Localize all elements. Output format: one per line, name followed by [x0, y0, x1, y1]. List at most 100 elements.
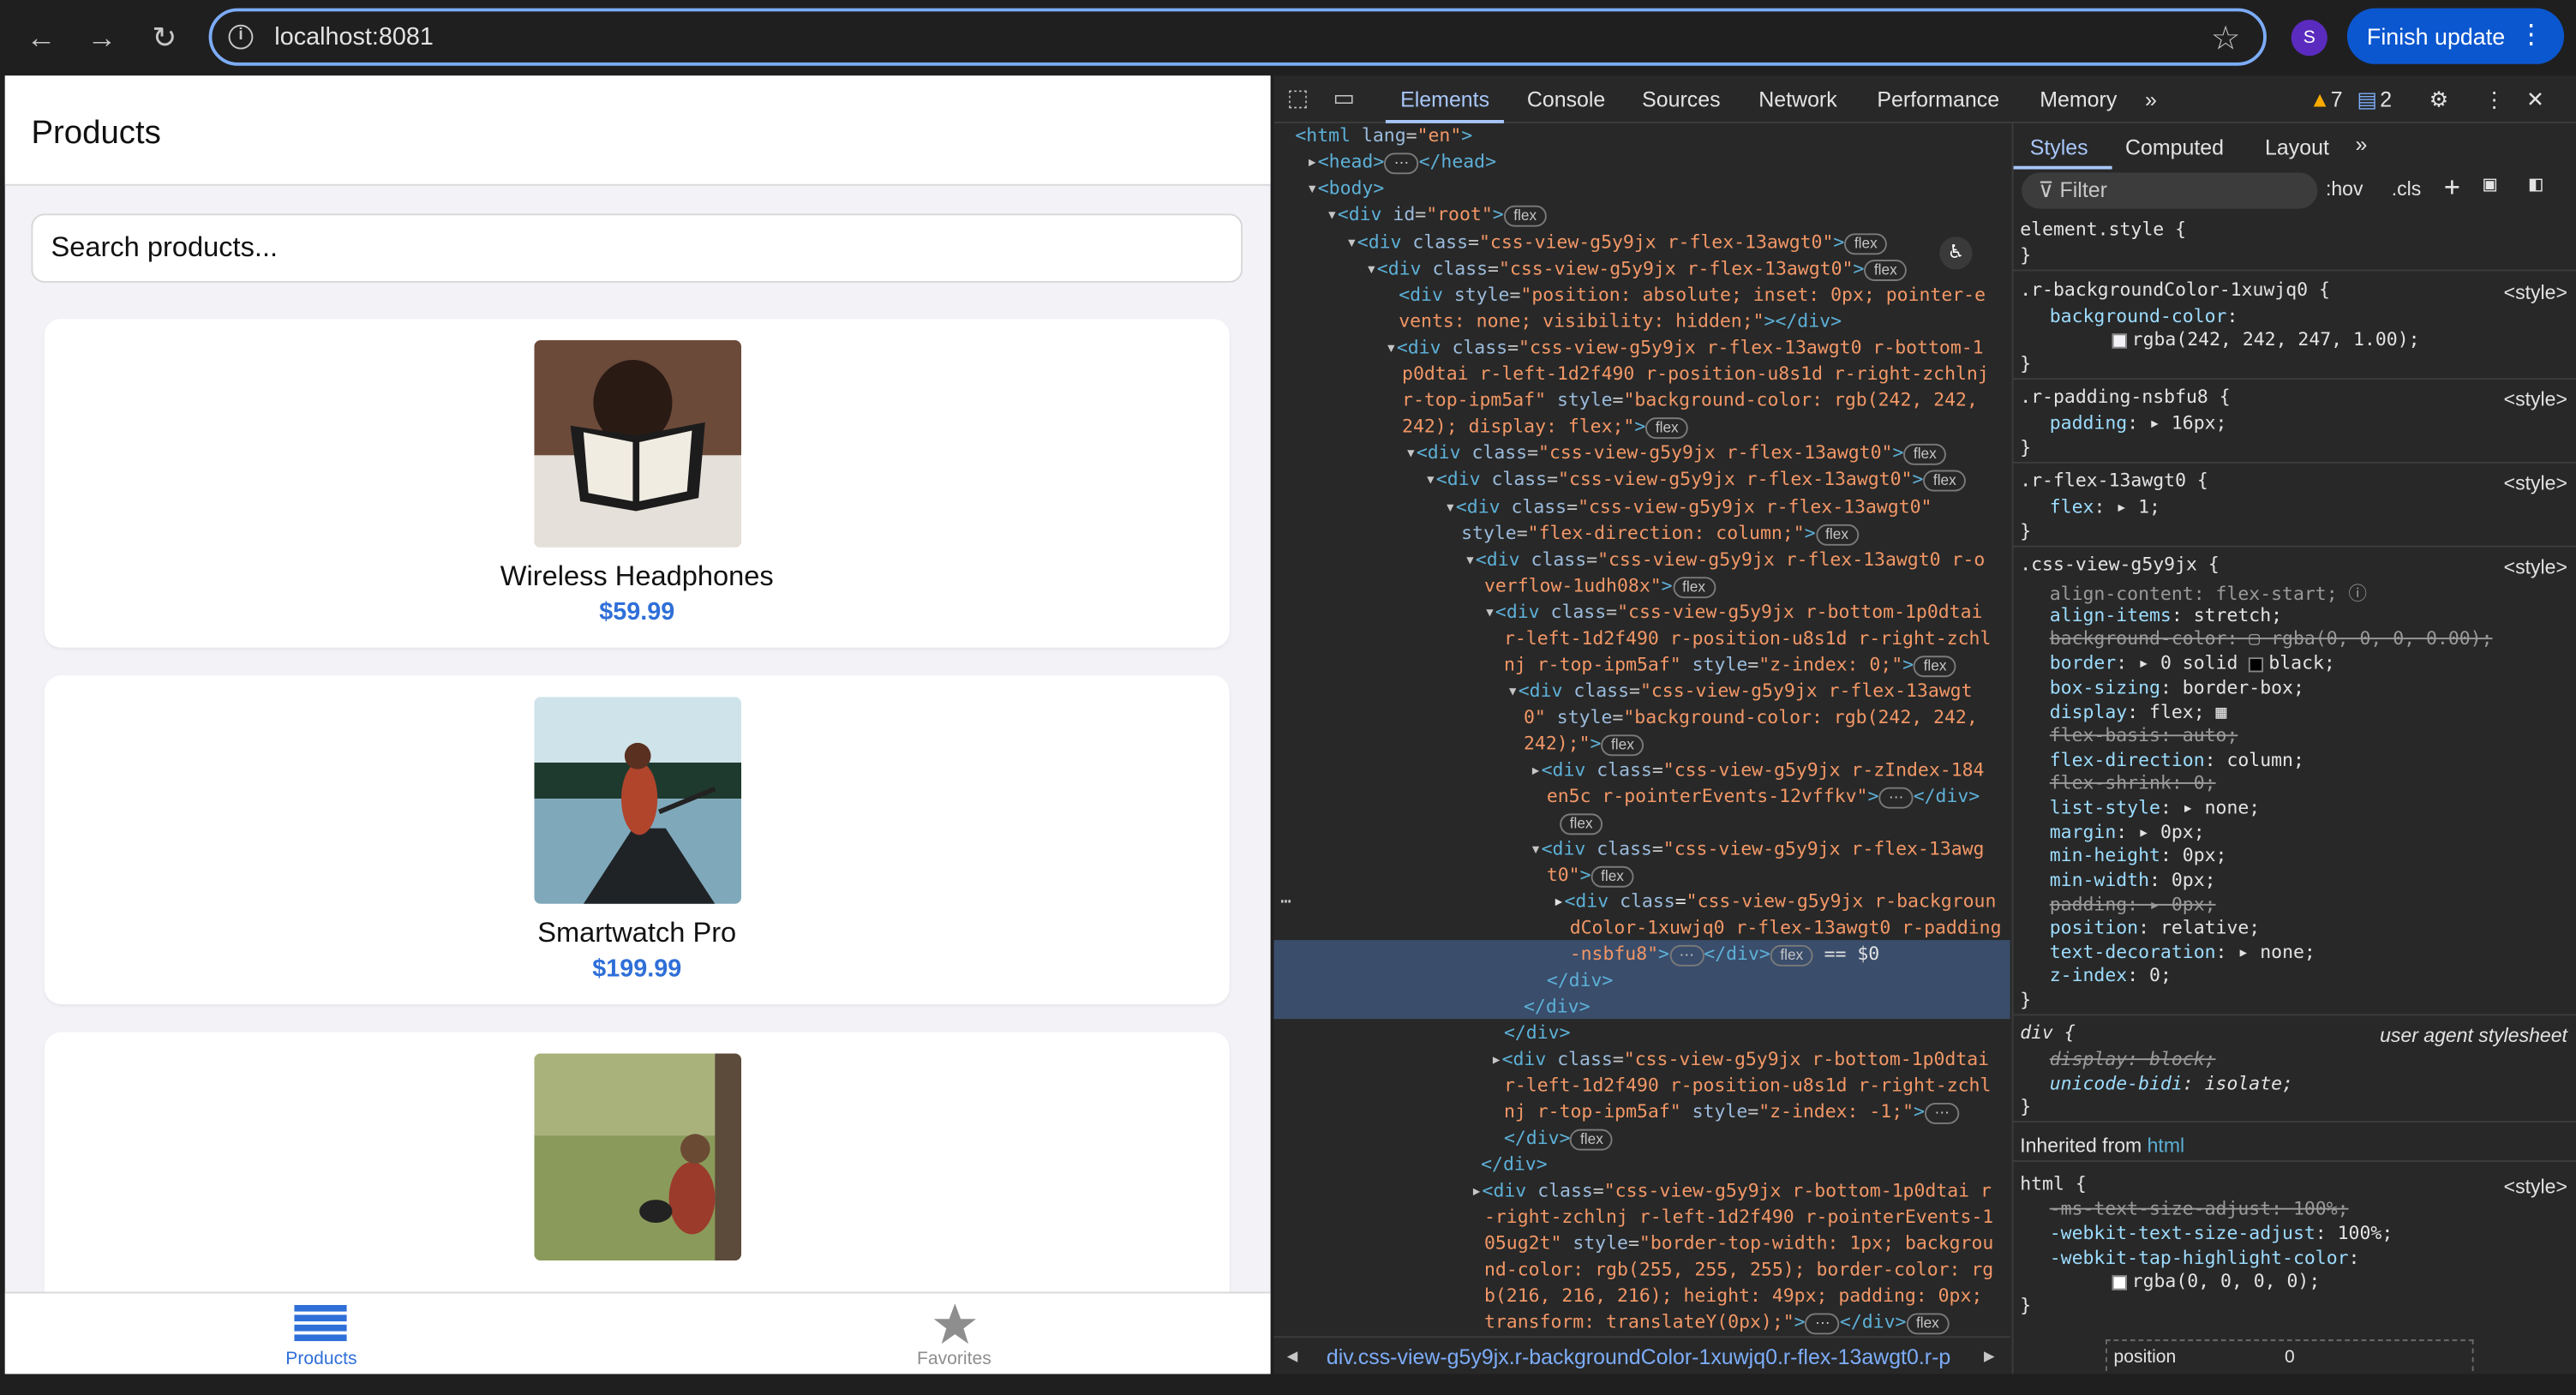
style-prop[interactable]: flex-shrink: 0; — [2050, 772, 2216, 793]
message-count[interactable]: 2 — [2380, 87, 2392, 112]
dom-line[interactable]: r-left-1d2f490 r-position-u8s1d r-right-… — [1504, 626, 1991, 653]
dom-line[interactable]: style="flex-direction: column;"> flex — [1461, 521, 1859, 548]
dom-ellipsis[interactable]: ⋯ — [1280, 889, 1291, 916]
tab-performance[interactable]: Performance — [1877, 87, 1999, 112]
more-tabs-icon[interactable]: » — [2355, 131, 2367, 156]
tab-elements[interactable]: Elements — [1400, 87, 1489, 112]
product-card[interactable]: Wireless Headphones $59.99 — [44, 319, 1230, 648]
dom-line[interactable]: 242); display: flex;"> flex — [1402, 414, 1689, 440]
device-toolbar-icon[interactable]: ▭ — [1333, 84, 1354, 112]
dom-line[interactable]: ▾<div class="css-view-g5y9jx r-flex-13aw… — [1386, 335, 1984, 362]
style-prop[interactable]: flex-direction: column; — [2050, 750, 2304, 771]
inspect-element-icon[interactable]: ⬚ — [1287, 84, 1309, 112]
tab-products[interactable]: Products — [5, 1293, 638, 1374]
dom-line[interactable]: ▾<div class="css-view-g5y9jx r-bottom-1p… — [1484, 600, 1982, 626]
style-prop[interactable]: box-sizing: border-box; — [2050, 677, 2304, 698]
dom-line[interactable]: p0dtai r-left-1d2f490 r-position-u8s1d r… — [1402, 362, 1989, 388]
dom-line[interactable]: </div> — [1524, 994, 1591, 1021]
dom-line[interactable]: 242);"> flex — [1524, 732, 1644, 758]
dom-line[interactable]: t0"> flex — [1547, 863, 1634, 889]
style-prop[interactable]: display: flex; ▦ — [2050, 702, 2227, 723]
style-prop[interactable]: min-width: 0px; — [2050, 870, 2216, 891]
dom-line[interactable]: ▾<div class="css-view-g5y9jx r-flex-13aw… — [1445, 494, 1932, 521]
close-icon[interactable]: ✕ — [2526, 87, 2544, 114]
dom-line[interactable]: ▸<div class="css-view-g5y9jx r-bottom-1p… — [1471, 1178, 1992, 1205]
dom-line[interactable]: ▾<div class="css-view-g5y9jx r-flex-13aw… — [1425, 467, 1967, 494]
style-rule[interactable]: .css-view-g5y9jx { — [2020, 554, 2220, 575]
warning-count[interactable]: 7 — [2331, 87, 2343, 112]
scroll-right-icon[interactable]: ▸ — [1984, 1343, 1995, 1369]
address-bar[interactable]: i localhost:8081 ☆ — [208, 8, 2267, 66]
search-input[interactable]: Search products... — [31, 213, 1243, 283]
cls-toggle[interactable]: .cls — [2392, 177, 2422, 201]
style-prop[interactable]: background-color: — [2050, 306, 2238, 327]
dom-line[interactable]: ▾<div class="css-view-g5y9jx r-flex-13aw… — [1507, 679, 1973, 705]
dom-tree[interactable]: <html lang="en"> ▸<head> ⋯ </head> ▾<body>… — [1273, 123, 2010, 1336]
dom-line[interactable]: r-top-ipm5af" style="background-color: r… — [1402, 388, 1978, 415]
styles-filter-input[interactable]: ⊽ Filter — [2022, 172, 2318, 209]
style-source[interactable]: <style> — [2504, 555, 2567, 578]
dom-line-selected[interactable]: -nsbfu8"> ⋯ </div> flex == $0 — [1570, 942, 1879, 968]
back-icon[interactable]: ← — [21, 18, 61, 57]
dom-line[interactable]: ▾<body> — [1307, 176, 1384, 202]
style-source[interactable]: <style> — [2504, 281, 2567, 304]
tab-styles[interactable]: Styles — [2030, 135, 2088, 159]
dom-line[interactable]: nd-color: rgb(255, 255, 255); border-col… — [1484, 1257, 1993, 1284]
dom-line[interactable]: </div> flex — [1504, 1126, 1614, 1153]
dom-line[interactable]: ▾<div class="css-view-g5y9jx r-flex-13aw… — [1346, 231, 1888, 257]
product-card[interactable]: Smartwatch Pro $199.99 — [44, 675, 1230, 1004]
dom-line[interactable]: 0" style="background-color: rgb(242, 242… — [1524, 705, 1978, 732]
dom-line[interactable]: nj r-top-ipm5af" style="z-index: -1;"> ⋯ — [1504, 1099, 1960, 1126]
style-prop[interactable]: unicode-bidi: isolate; — [2050, 1073, 2293, 1094]
paint-icon[interactable]: ▣ — [2483, 172, 2496, 197]
dom-line[interactable]: vents: none; visibility: hidden;"></div> — [1399, 309, 1842, 336]
dom-line[interactable]: </div> — [1504, 1021, 1571, 1047]
dom-line[interactable]: ▸<div class="css-view-g5y9jx r-zIndex-18… — [1531, 757, 1985, 784]
style-rule[interactable]: element.style { — [2020, 219, 2186, 240]
style-prop[interactable]: flex: ▸ 1; — [2050, 496, 2160, 518]
style-rule[interactable]: .r-padding-nsbfu8 { — [2020, 386, 2230, 408]
box-model[interactable]: position 0 — [2105, 1339, 2474, 1374]
dom-line[interactable]: ▾<div id="root"> flex — [1327, 202, 1547, 229]
style-rule[interactable]: .r-backgroundColor-1xuwjq0 { — [2020, 279, 2330, 301]
style-prop[interactable]: background-color: ▢ rgba(0, 0, 0, 0.00); — [2050, 628, 2493, 650]
dom-line[interactable]: flex — [1560, 811, 1603, 837]
tab-computed[interactable]: Computed — [2125, 135, 2224, 159]
style-prop[interactable]: border: ▸ 0 solid black; — [2050, 652, 2335, 674]
dom-line[interactable]: nj r-top-ipm5af" style="z-index: 0;"> fle… — [1504, 652, 1956, 679]
breadcrumb-path[interactable]: div.css-view-g5y9jx.r-backgroundColor-1x… — [1327, 1344, 1951, 1369]
style-source[interactable]: <style> — [2504, 388, 2567, 411]
style-prop[interactable]: padding: ▸ 0px; — [2050, 894, 2216, 915]
dom-line[interactable]: ▸<div class="css-view-g5y9jx r-bottom-1p… — [1491, 1047, 1989, 1074]
hov-toggle[interactable]: :hov — [2326, 177, 2363, 201]
style-source[interactable]: <style> — [2504, 471, 2567, 494]
style-rule[interactable]: .r-flex-13awgt0 { — [2020, 470, 2208, 492]
dom-line[interactable]: <html lang="en"> — [1295, 123, 1472, 150]
style-prop[interactable]: -ms-text-size-adjust: 100%; — [2050, 1198, 2349, 1219]
style-prop[interactable]: align-items: stretch; — [2050, 605, 2282, 626]
forward-icon[interactable]: → — [82, 18, 122, 57]
style-prop[interactable]: display: block; — [2050, 1049, 2216, 1070]
dom-line[interactable]: ▾<div class="css-view-g5y9jx r-flex-13aw… — [1465, 548, 1985, 574]
dom-line-selected[interactable]: ▸<div class="css-view-g5y9jx r-backgroun — [1554, 889, 1997, 916]
profile-avatar[interactable]: S — [2291, 20, 2327, 57]
sidebar-toggle-icon[interactable]: ◧ — [2530, 172, 2543, 197]
scroll-left-icon[interactable]: ◂ — [1287, 1343, 1298, 1369]
style-rule[interactable]: html { — [2020, 1173, 2087, 1194]
dom-line[interactable]: b(216, 216, 216); height: 49px; padding:… — [1484, 1284, 1982, 1310]
dom-line[interactable]: transform: translateY(0px);"> ⋯ </div> flex — [1484, 1310, 1950, 1337]
tab-memory[interactable]: Memory — [2040, 87, 2117, 112]
more-tabs-icon[interactable]: » — [2145, 87, 2157, 112]
dom-line[interactable]: ▾<div class="css-view-g5y9jx r-flex-13aw… — [1531, 836, 1985, 863]
style-prop[interactable]: min-height: 0px; — [2050, 845, 2227, 866]
style-prop[interactable]: position: relative; — [2050, 917, 2260, 938]
tab-layout[interactable]: Layout — [2265, 135, 2329, 159]
style-prop[interactable]: flex-basis: auto; — [2050, 725, 2238, 746]
dom-line[interactable]: ▾<div class="css-view-g5y9jx r-flex-13aw… — [1366, 256, 1908, 283]
dom-line[interactable]: verflow-1udh08x"> flex — [1484, 573, 1716, 600]
style-rule[interactable]: div { — [2020, 1022, 2076, 1044]
dom-line[interactable]: </div> — [1547, 968, 1614, 995]
dom-line[interactable]: 05ug2t" style="border-top-width: 1px; ba… — [1484, 1231, 1993, 1258]
dom-line[interactable]: <div style="position: absolute; inset: 0… — [1399, 283, 1986, 309]
finish-update-button[interactable]: Finish update ⋮ — [2346, 8, 2565, 64]
